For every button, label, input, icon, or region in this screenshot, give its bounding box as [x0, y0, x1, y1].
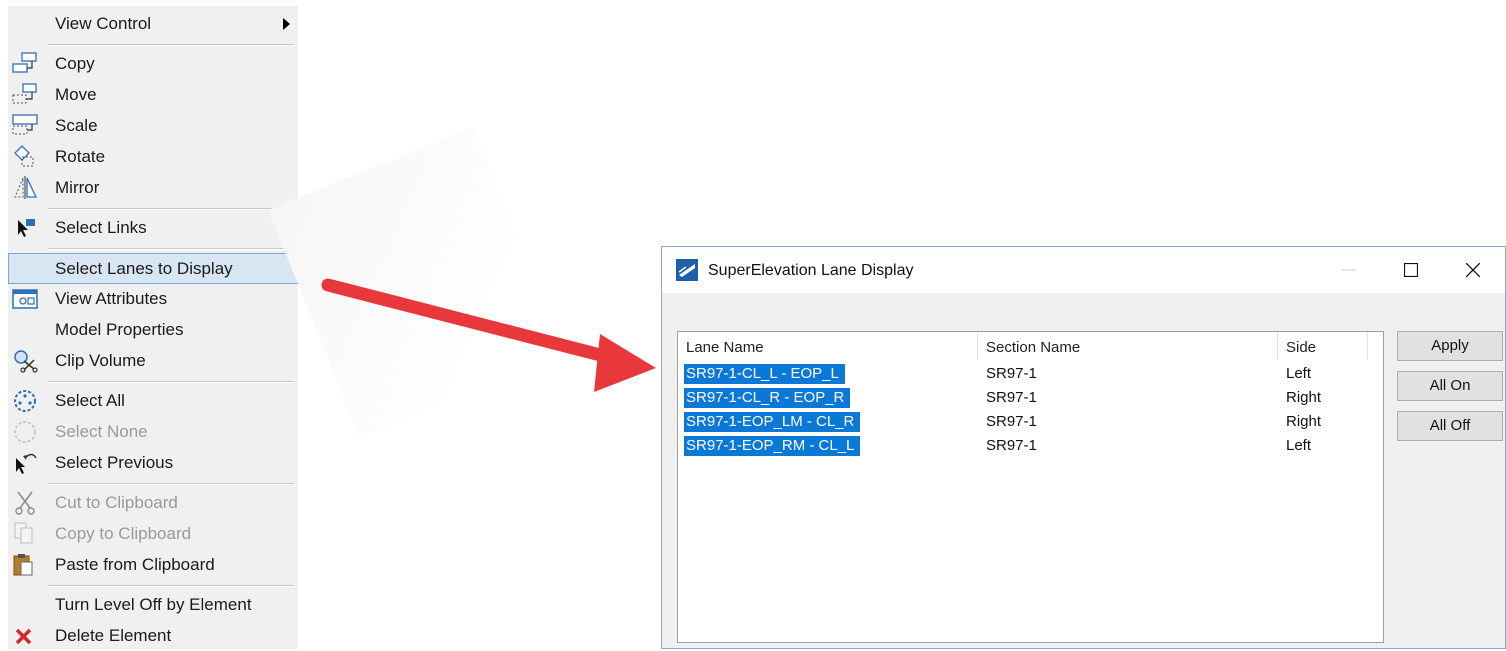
section-name-cell: SR97-1 [986, 413, 1037, 430]
lane-name-cell: SR97-1-EOP_LM - CL_R [684, 412, 861, 432]
close-button[interactable] [1442, 247, 1504, 293]
dialog-title: SuperElevation Lane Display [708, 262, 914, 279]
minimize-button[interactable] [1318, 247, 1380, 293]
title-bar: SuperElevation Lane Display [662, 247, 1505, 293]
lane-name-cell: SR97-1-CL_R - EOP_R [684, 388, 851, 408]
superelevation-lane-display-dialog: SuperElevation Lane Display Lane Name Se… [661, 246, 1506, 649]
side-cell: Left [1286, 437, 1312, 454]
column-header-side[interactable]: Side [1278, 332, 1368, 360]
lane-list[interactable]: Lane Name Section Name Side SR97-1-CL_L … [677, 331, 1384, 643]
column-header-lane-name[interactable]: Lane Name [678, 332, 978, 360]
side-cell: Right [1286, 413, 1322, 430]
side-cell: Left [1286, 365, 1312, 382]
table-row[interactable]: SR97-1-EOP_RM - CL_L SR97-1 Left [678, 434, 1383, 458]
section-name-cell: SR97-1 [986, 437, 1037, 454]
section-name-cell: SR97-1 [986, 389, 1037, 406]
table-row[interactable]: SR97-1-EOP_LM - CL_R SR97-1 Right [678, 410, 1383, 434]
table-row[interactable]: SR97-1-CL_R - EOP_R SR97-1 Right [678, 386, 1383, 410]
lane-name-cell: SR97-1-CL_L - EOP_L [684, 364, 845, 384]
lane-name-cell: SR97-1-EOP_RM - CL_L [684, 436, 861, 456]
maximize-button[interactable] [1380, 247, 1442, 293]
column-header-section-name[interactable]: Section Name [978, 332, 1278, 360]
side-cell: Right [1286, 389, 1322, 406]
close-icon [1466, 263, 1480, 277]
maximize-icon [1404, 263, 1418, 277]
section-name-cell: SR97-1 [986, 365, 1037, 382]
table-row[interactable]: SR97-1-CL_L - EOP_L SR97-1 Left [678, 362, 1383, 386]
apply-button[interactable]: Apply [1397, 331, 1503, 361]
superelevation-app-icon [676, 259, 698, 281]
all-off-button[interactable]: All Off [1397, 411, 1503, 441]
minimize-icon [1342, 269, 1356, 271]
all-on-button[interactable]: All On [1397, 371, 1503, 401]
